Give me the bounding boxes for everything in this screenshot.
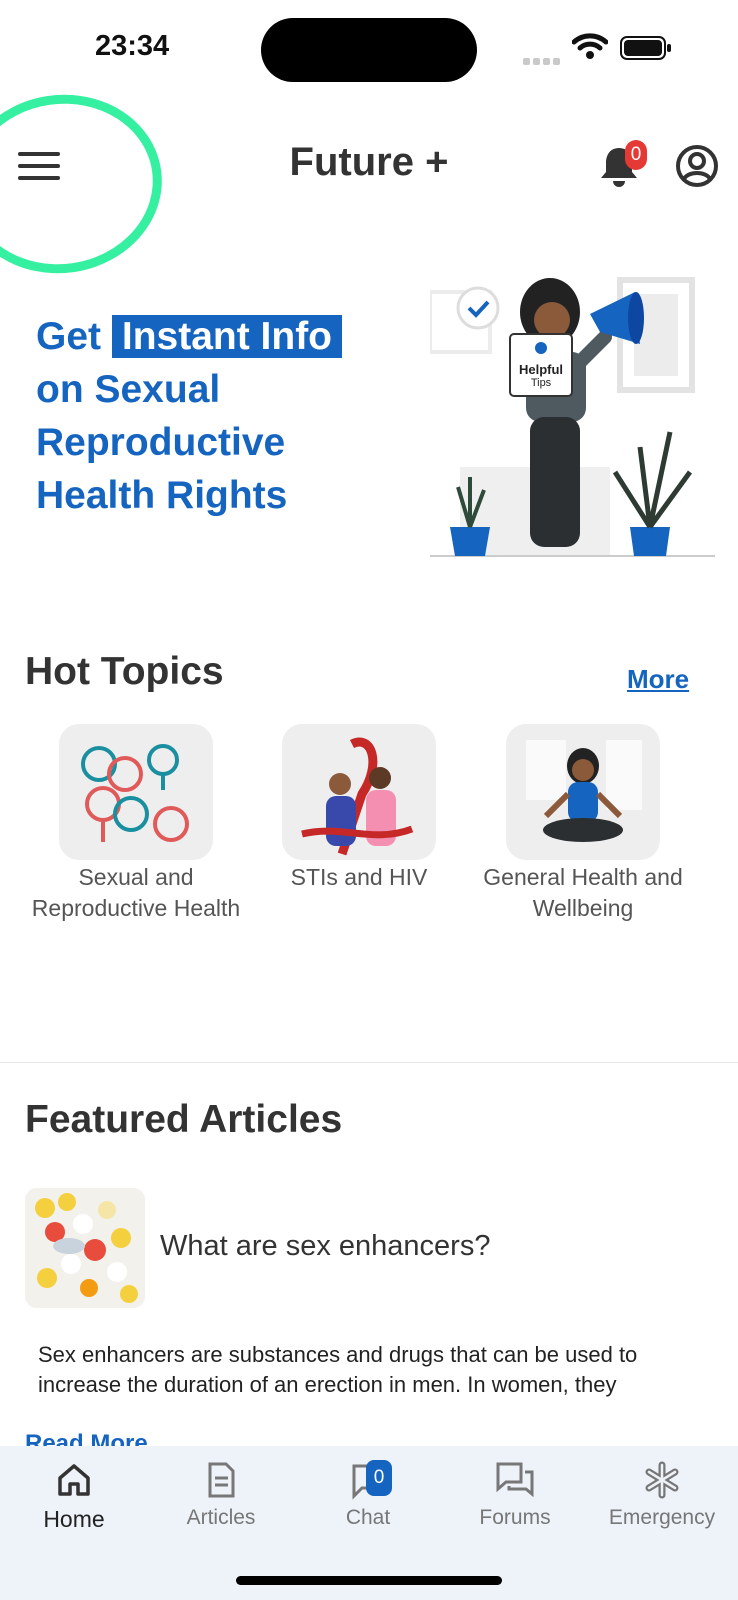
nav-label: Chat <box>345 1506 391 1529</box>
hero-line3: Reproductive <box>36 421 286 464</box>
sign-label: Helpful <box>519 362 563 377</box>
hero-line1-highlight: Instant Info <box>111 315 342 358</box>
nav-forums[interactable]: Forums <box>441 1460 589 1530</box>
pills-thumbnail[interactable] <box>25 1188 145 1308</box>
meditation-woman-illustration <box>506 724 660 860</box>
hero-line1-prefix: Get <box>36 315 102 358</box>
topic-card-stis-hiv[interactable]: STIs and HIV <box>247 724 471 893</box>
notification-badge: 0 <box>625 140 647 170</box>
topic-label: Sexual and Reproductive Health <box>31 864 241 921</box>
nav-articles[interactable]: Articles <box>147 1460 295 1530</box>
megaphone-woman-illustration: Helpful Tips <box>430 277 715 557</box>
topic-card-sexual-reproductive-health[interactable]: Sexual and Reproductive Health <box>24 724 248 924</box>
asterisk-icon <box>645 1461 679 1499</box>
nav-label: Articles <box>186 1506 256 1529</box>
hero-line4: Health Rights <box>36 474 288 517</box>
camera-notch <box>261 18 477 82</box>
topic-card-general-health-wellbeing[interactable]: General Health and Wellbeing <box>471 724 695 924</box>
section-divider <box>0 1062 738 1063</box>
hero-headline: Get Instant Info on Sexual Reproductive … <box>36 310 396 522</box>
featured-articles-title: Featured Articles <box>25 1098 343 1141</box>
ribbon-people-illustration <box>282 724 436 860</box>
sign-sublabel: Tips <box>531 377 552 389</box>
article-title[interactable]: What are sex enhancers? <box>160 1230 490 1263</box>
nav-chat[interactable]: 0 Chat <box>294 1460 442 1530</box>
nav-home[interactable]: Home <box>0 1460 148 1533</box>
article-excerpt: Sex enhancers are substances and drugs t… <box>38 1342 638 1397</box>
chat-badge: 0 <box>366 1460 392 1496</box>
wifi-icon <box>572 33 608 59</box>
cellular-signal-icon <box>523 52 563 65</box>
nav-emergency[interactable]: Emergency <box>588 1460 736 1530</box>
profile-icon[interactable] <box>675 144 719 188</box>
nav-label: Forums <box>479 1506 551 1529</box>
forum-icon <box>496 1462 534 1498</box>
nav-label: Emergency <box>608 1506 716 1529</box>
battery-icon <box>620 36 671 60</box>
hero-line2: on Sexual <box>36 368 221 411</box>
home-indicator[interactable] <box>236 1576 502 1585</box>
hot-topics-title: Hot Topics <box>25 650 224 693</box>
nav-label: Home <box>43 1506 105 1532</box>
topic-label: STIs and HIV <box>290 864 428 890</box>
home-icon <box>58 1464 90 1496</box>
hot-topics-more-link[interactable]: More <box>627 664 689 695</box>
topic-label: General Health and Wellbeing <box>483 864 683 921</box>
gender-symbols-illustration <box>59 724 213 860</box>
status-time: 23:34 <box>95 30 170 62</box>
document-icon <box>208 1462 235 1498</box>
